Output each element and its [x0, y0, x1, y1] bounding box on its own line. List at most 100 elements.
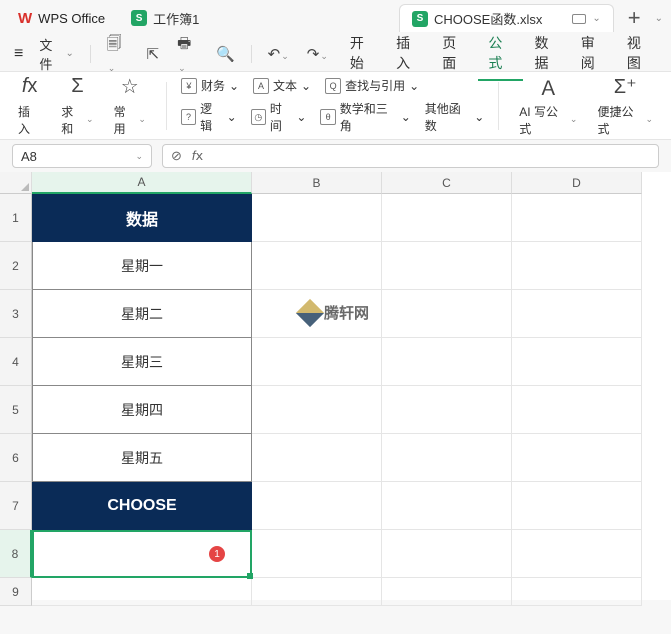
name-box[interactable]: A8 ⌄: [12, 144, 152, 168]
cell-B2[interactable]: [252, 242, 382, 290]
ribbon-ai[interactable]: Ａ AI 写公式⌄: [513, 71, 583, 141]
menu-tab-page[interactable]: 页面: [432, 27, 476, 81]
cell-C8[interactable]: [382, 530, 512, 578]
col-header-A[interactable]: A: [32, 172, 252, 194]
column-headers: A B C D: [0, 172, 671, 194]
save-icon[interactable]: 🗐: [101, 33, 135, 75]
cell-B4[interactable]: [252, 338, 382, 386]
cell-D9[interactable]: [512, 578, 642, 606]
cell-C1[interactable]: [382, 194, 512, 242]
cell-B8[interactable]: [252, 530, 382, 578]
text-icon: A: [253, 78, 269, 94]
ribbon-label: 常用: [114, 103, 137, 137]
cell-A7[interactable]: CHOOSE: [32, 482, 252, 530]
cell-A2[interactable]: 星期一: [32, 242, 252, 290]
workbook-tab-1[interactable]: S 工作簿1: [119, 4, 211, 32]
chevron-down-icon: ⌄: [409, 79, 419, 93]
row-header[interactable]: 6: [0, 434, 32, 482]
cell-B5[interactable]: [252, 386, 382, 434]
cell-A8[interactable]: 1: [32, 530, 252, 578]
menu-tab-insert[interactable]: 插入: [386, 27, 430, 81]
cancel-icon[interactable]: ⊘: [171, 148, 182, 164]
print-icon[interactable]: 🖶: [171, 33, 204, 75]
row-header[interactable]: 4: [0, 338, 32, 386]
cell-A1[interactable]: 数据: [32, 194, 252, 242]
row-1: 1 数据: [0, 194, 671, 242]
cell-C2[interactable]: [382, 242, 512, 290]
sigma-plus-icon: Σ⁺: [614, 75, 637, 99]
ribbon: fx 插入 Σ 求和⌄ ☆ 常用⌄ ¥财务⌄ A文本⌄ Q查找与引用⌄ ?逻辑⌄…: [0, 72, 671, 140]
chevron-down-icon[interactable]: ⌄: [655, 13, 663, 24]
ribbon-other[interactable]: 其他函数⌄: [425, 100, 485, 134]
ribbon-lookup[interactable]: Q查找与引用⌄: [325, 77, 419, 94]
cell-B3[interactable]: [252, 290, 382, 338]
cell-D7[interactable]: [512, 482, 642, 530]
cell-A9[interactable]: [32, 578, 252, 606]
math-icon: θ: [320, 109, 335, 125]
cell-D1[interactable]: [512, 194, 642, 242]
cell-B1[interactable]: [252, 194, 382, 242]
export-icon[interactable]: ⇱: [141, 45, 166, 63]
cell-C4[interactable]: [382, 338, 512, 386]
row-header[interactable]: 9: [0, 578, 32, 606]
preview-icon[interactable]: 🔍: [210, 45, 241, 63]
cell-A4[interactable]: 星期三: [32, 338, 252, 386]
cell-C5[interactable]: [382, 386, 512, 434]
cell-A6[interactable]: 星期五: [32, 434, 252, 482]
cell-B6[interactable]: [252, 434, 382, 482]
row-header[interactable]: 1: [0, 194, 32, 242]
formula-bar[interactable]: ⊘ fⅹ: [162, 144, 659, 168]
cell-C6[interactable]: [382, 434, 512, 482]
select-all-corner[interactable]: [0, 172, 32, 194]
row-header[interactable]: 7: [0, 482, 32, 530]
row-header[interactable]: 2: [0, 242, 32, 290]
lookup-icon: Q: [325, 78, 341, 94]
ribbon-common[interactable]: ☆ 常用⌄: [108, 71, 152, 141]
cell-C9[interactable]: [382, 578, 512, 606]
cell-A3[interactable]: 星期二: [32, 290, 252, 338]
cell-D3[interactable]: [512, 290, 642, 338]
spreadsheet-grid[interactable]: A B C D 1 数据 2 星期一 3 星期二 4 星期三 5 星期四: [0, 172, 671, 600]
ribbon-label: 求和: [61, 103, 84, 137]
cell-D5[interactable]: [512, 386, 642, 434]
sigma-icon: Σ: [71, 75, 83, 99]
app-logo: W WPS Office: [8, 0, 115, 36]
hamburger-icon[interactable]: ≡: [10, 45, 27, 63]
cell-B9[interactable]: [252, 578, 382, 606]
clock-icon: ◷: [251, 109, 266, 125]
ribbon-finance[interactable]: ¥财务⌄: [181, 77, 239, 94]
col-header-D[interactable]: D: [512, 172, 642, 194]
cell-A5[interactable]: 星期四: [32, 386, 252, 434]
row-header[interactable]: 3: [0, 290, 32, 338]
ribbon-insert-fn[interactable]: fx 插入: [12, 71, 47, 141]
redo-icon[interactable]: ↷: [301, 45, 334, 63]
cell-C7[interactable]: [382, 482, 512, 530]
ribbon-sum[interactable]: Σ 求和⌄: [55, 71, 99, 141]
cell-D4[interactable]: [512, 338, 642, 386]
row-header[interactable]: 8: [0, 530, 32, 578]
chevron-down-icon[interactable]: ⌄: [592, 13, 600, 24]
ribbon-text[interactable]: A文本⌄: [253, 77, 311, 94]
ribbon-math[interactable]: θ数学和三角⌄: [320, 100, 410, 134]
window-icon[interactable]: [572, 14, 586, 24]
undo-icon[interactable]: ↶: [262, 45, 295, 63]
ribbon-time[interactable]: ◷时间⌄: [251, 100, 307, 134]
cell-D8[interactable]: [512, 530, 642, 578]
chevron-down-icon: ⌄: [65, 48, 73, 59]
row-header[interactable]: 5: [0, 386, 32, 434]
cell-C3[interactable]: [382, 290, 512, 338]
cell-B7[interactable]: [252, 482, 382, 530]
col-header-B[interactable]: B: [252, 172, 382, 194]
ribbon-quick[interactable]: Σ⁺ 便捷公式⌄: [591, 71, 659, 141]
menu-tab-start[interactable]: 开始: [340, 27, 384, 81]
tab-label: 工作簿1: [153, 9, 199, 28]
cell-D6[interactable]: [512, 434, 642, 482]
ribbon-label: 插入: [18, 103, 41, 137]
col-header-C[interactable]: C: [382, 172, 512, 194]
fx-icon[interactable]: fⅹ: [192, 148, 203, 164]
file-menu[interactable]: 文件 ⌄: [33, 35, 80, 73]
ribbon-logic[interactable]: ?逻辑⌄: [181, 100, 237, 134]
cell-D2[interactable]: [512, 242, 642, 290]
separator: [498, 82, 499, 130]
chevron-down-icon: ⌄: [296, 110, 306, 124]
